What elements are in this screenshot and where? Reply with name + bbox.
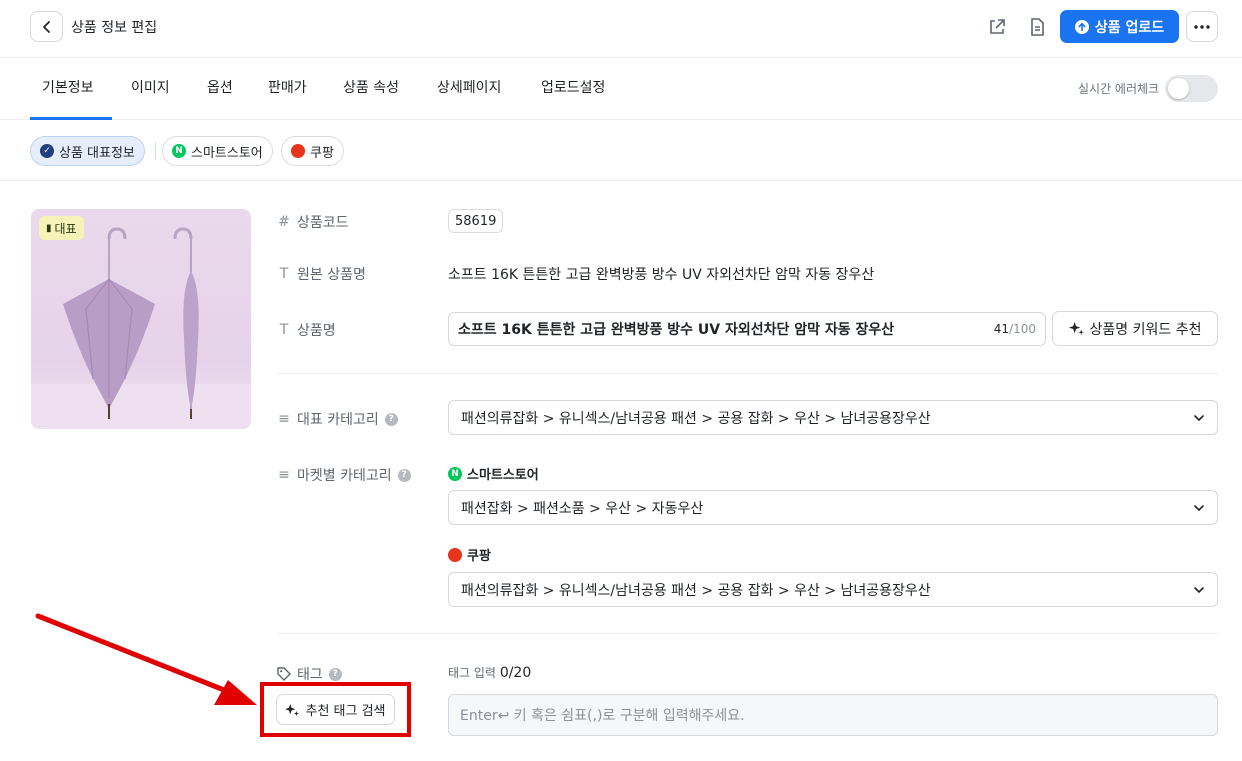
char-count-max: /100 xyxy=(1009,322,1036,336)
check-circle-icon: ✓ xyxy=(40,144,54,158)
tab-attributes[interactable]: 상품 속성 xyxy=(343,77,399,97)
chip-smartstore[interactable]: N 스마트스토어 xyxy=(162,136,273,166)
umbrella-illustration xyxy=(31,227,251,429)
text-type-icon: T xyxy=(279,266,289,282)
page-title: 상품 정보 편집 xyxy=(71,20,158,36)
naver-logo-icon: N xyxy=(172,144,186,158)
rep-category-value: 패션의류잡화 > 유니섹스/남녀공용 패션 > 공용 잡화 > 우산 > 남녀공… xyxy=(461,410,931,427)
upload-label: 상품 업로드 xyxy=(1094,19,1165,36)
help-icon[interactable]: ? xyxy=(384,412,398,426)
char-count: 41/100 xyxy=(994,322,1036,336)
error-check-toggle[interactable] xyxy=(1165,75,1218,102)
tab-options[interactable]: 옵션 xyxy=(207,77,233,97)
tag-icon xyxy=(277,667,291,681)
help-icon[interactable]: ? xyxy=(397,468,411,482)
section-divider xyxy=(277,373,1218,374)
chip-label: 쿠팡 xyxy=(310,145,334,161)
back-button[interactable] xyxy=(30,11,63,42)
more-button[interactable] xyxy=(1186,11,1218,42)
tab-detail-page[interactable]: 상세페이지 xyxy=(437,77,501,97)
hash-icon: # xyxy=(278,214,290,230)
label-text: 원본 상품명 xyxy=(297,267,366,283)
upload-product-button[interactable]: 상품 업로드 xyxy=(1060,10,1179,43)
help-icon[interactable]: ? xyxy=(328,667,342,681)
label-text: 상품명 xyxy=(297,323,336,339)
tag-placeholder: Enter↩ 키 혹은 쉼표(,)로 구분해 입력해주세요. xyxy=(460,708,745,724)
market-chip-bar: ✓ 상품 대표정보 N 스마트스토어 쿠팡 xyxy=(0,120,1242,181)
label-text: 대표 카테고리 xyxy=(297,412,379,428)
sparkle-icon xyxy=(1068,321,1084,336)
tag-input[interactable]: Enter↩ 키 혹은 쉼표(,)로 구분해 입력해주세요. xyxy=(448,694,1218,736)
product-name-label: T 상품명 xyxy=(277,320,336,340)
tag-label: 태그 ? xyxy=(277,664,342,684)
rep-category-select[interactable]: 패션의류잡화 > 유니섹스/남녀공용 패션 > 공용 잡화 > 우산 > 남녀공… xyxy=(448,400,1218,435)
bookmark-icon: ▮ xyxy=(46,222,52,234)
chevron-down-icon xyxy=(1194,587,1204,594)
coupang-category-select[interactable]: 패션의류잡화 > 유니섹스/남녀공용 패션 > 공용 잡화 > 우산 > 남녀공… xyxy=(448,572,1218,607)
chip-label: 상품 대표정보 xyxy=(59,145,135,161)
naver-logo-icon: N xyxy=(448,466,462,481)
rep-category-label: ≡ 대표 카테고리 ? xyxy=(277,409,398,429)
tag-input-label-text: 태그 입력 xyxy=(448,666,496,680)
product-image[interactable]: ▮ 대표 xyxy=(31,209,251,429)
tab-upload-settings[interactable]: 업로드설정 xyxy=(541,77,605,97)
coupang-category-value: 패션의류잡화 > 유니섹스/남녀공용 패션 > 공용 잡화 > 우산 > 남녀공… xyxy=(461,582,931,599)
header: 상품 정보 편집 상품 업로드 xyxy=(0,0,1242,58)
smartstore-category-value: 패션잡화 > 패션소품 > 우산 > 자동우산 xyxy=(461,500,704,517)
error-check-label: 실시간 에러체크 xyxy=(1078,82,1160,96)
chip-divider xyxy=(155,142,156,160)
chip-representative-info[interactable]: ✓ 상품 대표정보 xyxy=(30,136,145,166)
representative-badge: ▮ 대표 xyxy=(39,216,84,240)
product-code-label: # 상품코드 xyxy=(277,212,349,232)
char-count-current: 41 xyxy=(993,322,1010,336)
smartstore-label: N 스마트스토어 xyxy=(448,464,539,483)
tag-input-label: 태그 입력 0/20 xyxy=(448,664,531,681)
label-text: 상품코드 xyxy=(297,215,349,231)
annotation-highlight-box xyxy=(260,682,411,737)
original-name-value: 소프트 16K 튼튼한 고급 완벽방풍 방수 UV 자외선차단 암막 자동 장우… xyxy=(448,267,875,283)
product-code-value: 58619 xyxy=(448,209,504,233)
chip-label: 스마트스토어 xyxy=(191,145,263,161)
label-text: 태그 xyxy=(297,667,323,683)
coupang-logo-icon xyxy=(291,144,305,158)
smartstore-category-select[interactable]: 패션잡화 > 패션소품 > 우산 > 자동우산 xyxy=(448,490,1218,525)
text-type-icon: T xyxy=(279,322,289,338)
toggle-knob xyxy=(1168,78,1189,99)
chevron-down-icon xyxy=(1194,415,1204,422)
document-icon[interactable] xyxy=(1025,15,1049,39)
market-category-label: ≡ 마켓별 카테고리 ? xyxy=(277,465,411,485)
chip-coupang[interactable]: 쿠팡 xyxy=(281,136,344,166)
label-text: 마켓별 카테고리 xyxy=(297,468,392,484)
tag-count: 0/20 xyxy=(499,665,532,681)
keyword-recommend-button[interactable]: 상품명 키워드 추천 xyxy=(1052,311,1218,346)
filter-lines-icon: ≡ xyxy=(278,467,290,483)
filter-lines-icon: ≡ xyxy=(278,411,290,427)
tab-basic-info[interactable]: 기본정보 xyxy=(42,77,94,97)
chevron-down-icon xyxy=(1194,505,1204,512)
market-name: 쿠팡 xyxy=(467,549,491,564)
more-icon xyxy=(1194,24,1210,29)
market-name: 스마트스토어 xyxy=(467,468,539,483)
keyword-button-label: 상품명 키워드 추천 xyxy=(1089,321,1202,338)
upload-icon xyxy=(1074,19,1089,34)
product-name-text: 소프트 16K 튼튼한 고급 완벽방풍 방수 UV 자외선차단 암막 자동 장우… xyxy=(458,322,895,338)
badge-label: 대표 xyxy=(54,221,77,236)
product-name-input[interactable]: 소프트 16K 튼튼한 고급 완벽방풍 방수 UV 자외선차단 암막 자동 장우… xyxy=(448,312,1046,346)
tab-price[interactable]: 판매가 xyxy=(268,77,307,97)
chevron-left-icon xyxy=(42,20,50,33)
tab-image[interactable]: 이미지 xyxy=(131,77,170,97)
original-name-label: T 원본 상품명 xyxy=(277,264,366,284)
section-divider xyxy=(277,633,1218,634)
external-link-icon[interactable] xyxy=(985,15,1009,39)
tab-bar: 기본정보 이미지 옵션 판매가 상품 속성 상세페이지 업로드설정 실시간 에러… xyxy=(0,58,1242,120)
coupang-logo-icon xyxy=(448,547,462,562)
coupang-label: 쿠팡 xyxy=(448,545,491,564)
